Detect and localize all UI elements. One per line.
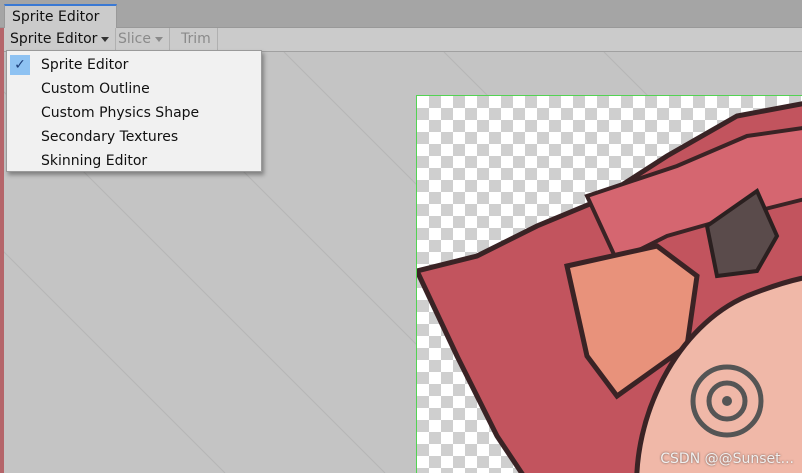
mode-dropdown-label: Sprite Editor [10,31,98,47]
slice-label: Slice [118,31,151,47]
trim-label: Trim [181,31,211,47]
checkmark-icon: ✓ [10,55,30,75]
chevron-down-icon [154,36,163,42]
tab-sprite-editor[interactable]: Sprite Editor [4,4,117,28]
sprite-texture[interactable] [416,95,802,473]
editor-toolbar: Sprite Editor Slice Trim [4,28,802,52]
sprite-artwork [417,101,802,473]
editor-mode-menu: ✓ Sprite Editor Custom Outline Custom Ph… [6,50,262,172]
window-titlebar: Sprite Editor [0,0,802,28]
trim-button[interactable]: Trim [175,28,218,51]
mode-dropdown[interactable]: Sprite Editor [4,28,117,51]
menu-item-custom-physics-shape[interactable]: Custom Physics Shape [7,101,261,125]
watermark-text: CSDN @@Sunset... [660,451,794,467]
menu-item-label: Sprite Editor [41,57,129,73]
menu-item-label: Skinning Editor [41,153,148,169]
menu-item-skinning-editor[interactable]: Skinning Editor [7,149,261,173]
menu-item-custom-outline[interactable]: Custom Outline [7,77,261,101]
tab-label: Sprite Editor [12,9,100,25]
menu-item-sprite-editor[interactable]: ✓ Sprite Editor [7,53,261,77]
chevron-down-icon [101,36,110,42]
slice-dropdown[interactable]: Slice [112,28,170,51]
menu-item-label: Custom Physics Shape [41,105,200,121]
menu-item-label: Custom Outline [41,81,150,97]
menu-item-secondary-textures[interactable]: Secondary Textures [7,125,261,149]
menu-item-label: Secondary Textures [41,129,179,145]
